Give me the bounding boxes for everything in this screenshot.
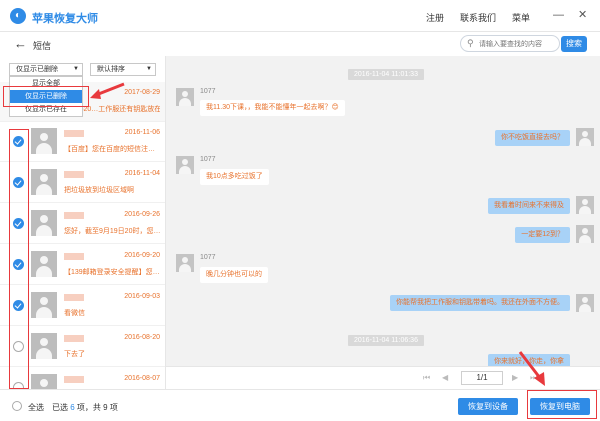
conversation-preview: 【139邮箱登录安全提醒】您… bbox=[64, 269, 160, 276]
message-panel: 2016-11-04 11:01:33 1077 我11.30下课，，我能不能懂… bbox=[166, 56, 600, 366]
incoming-message: 我10点多吃过饭了 bbox=[200, 169, 269, 185]
annotation-highlight-button bbox=[527, 390, 597, 419]
conversation-name-redacted bbox=[64, 253, 84, 260]
status-middle: 项，共 bbox=[76, 403, 101, 412]
chevron-down-icon: ▼ bbox=[73, 66, 79, 72]
outgoing-message: 你能帮我把工作服和钥匙带着吗。我还在外面不方便。 bbox=[390, 295, 570, 311]
last-page-icon[interactable]: ⏭ bbox=[530, 373, 537, 383]
search-button[interactable]: 搜索 bbox=[561, 36, 587, 52]
conversation-name-redacted bbox=[64, 294, 84, 301]
page-title: 短信 bbox=[33, 41, 52, 51]
prev-page-icon[interactable]: ◀ bbox=[442, 373, 448, 382]
next-page-icon[interactable]: ▶ bbox=[512, 373, 518, 382]
footer-bar: 全选 已选 6 项，共 9 项 恢复到设备 恢复到电脑 bbox=[0, 389, 600, 421]
conversation-date: 2016-08-07 bbox=[124, 375, 160, 382]
avatar bbox=[31, 251, 57, 277]
show-filter-select[interactable]: 仅显示已删除 ▼ bbox=[9, 63, 83, 76]
conversation-date: 2016-11-04 bbox=[124, 170, 160, 177]
timestamp: 2016-11-04 11:01:33 bbox=[348, 69, 424, 80]
avatar bbox=[576, 294, 594, 312]
conversation-preview: 把垃圾放到垃圾区域啊 bbox=[64, 187, 134, 194]
conversation-preview: 您好，截至9月19日20时，您… bbox=[64, 228, 160, 235]
avatar bbox=[31, 374, 57, 389]
app-title: 苹果恢复大师 bbox=[32, 13, 98, 25]
avatar bbox=[31, 210, 57, 236]
conversation-name-redacted bbox=[64, 171, 84, 178]
avatar bbox=[31, 169, 57, 195]
conversation-date: 2016-11-06 bbox=[124, 129, 160, 136]
sender-name: 1077 bbox=[200, 254, 216, 261]
register-link[interactable]: 注册 bbox=[426, 11, 444, 24]
avatar bbox=[576, 196, 594, 214]
menu-link[interactable]: 菜单 bbox=[512, 11, 530, 24]
timestamp: 2016-11-04 11:06:36 bbox=[348, 335, 424, 346]
avatar bbox=[576, 225, 594, 243]
conversation-date: 2016-09-20 bbox=[124, 252, 160, 259]
app-logo-icon: ◐ bbox=[10, 8, 26, 24]
sort-select[interactable]: 默认排序 ▼ bbox=[90, 63, 156, 76]
conversation-name-redacted bbox=[64, 212, 84, 219]
avatar bbox=[31, 128, 57, 154]
selected-count: 6 bbox=[70, 403, 75, 412]
select-all-label[interactable]: 全选 bbox=[28, 402, 44, 413]
outgoing-message: 我看着时间来不来得及 bbox=[488, 198, 570, 214]
pagination: ⏮ ◀ 1/1 ▶ ⏭ bbox=[166, 366, 600, 389]
status-suffix: 项 bbox=[109, 403, 118, 412]
conversation-preview: 下去了 bbox=[64, 351, 85, 358]
sender-name: 1077 bbox=[200, 156, 216, 163]
first-page-icon[interactable]: ⏮ bbox=[423, 373, 430, 383]
avatar bbox=[576, 128, 594, 146]
avatar bbox=[31, 292, 57, 318]
close-icon[interactable]: ✕ bbox=[578, 9, 587, 21]
restore-to-device-button[interactable]: 恢复到设备 bbox=[458, 398, 518, 415]
conversation-preview: 【百度】您在百度的短信注… bbox=[64, 146, 155, 153]
outgoing-message: 你来就好，你走，你拿 bbox=[488, 354, 570, 366]
avatar bbox=[176, 156, 194, 174]
sort-value: 默认排序 bbox=[97, 66, 125, 73]
title-bar: ◐ 苹果恢复大师 注册 联系我们 菜单 — ✕ bbox=[0, 0, 600, 32]
conversation-preview: 看微信 bbox=[64, 310, 85, 317]
sub-header: ← 短信 ⚲ 搜索 bbox=[0, 32, 600, 56]
incoming-message: 晚几分钟也可以的 bbox=[200, 267, 268, 283]
show-filter-value: 仅显示已删除 bbox=[16, 66, 58, 73]
avatar bbox=[176, 254, 194, 272]
search-box: ⚲ bbox=[460, 35, 560, 52]
outgoing-message: 你不吃饭直接去吗？ bbox=[495, 130, 570, 146]
top-links: 注册 联系我们 菜单 bbox=[426, 11, 530, 24]
sender-name: 1077 bbox=[200, 88, 216, 95]
avatar bbox=[176, 88, 194, 106]
annotation-highlight-option bbox=[3, 86, 89, 107]
status-prefix: 已选 bbox=[52, 403, 68, 412]
annotation-highlight-checkboxes bbox=[9, 129, 29, 389]
total-count: 9 bbox=[103, 403, 108, 412]
conversation-name-redacted bbox=[64, 376, 84, 383]
contact-link[interactable]: 联系我们 bbox=[460, 11, 496, 24]
incoming-message: 我11.30下课，，我能不能懂年一起去啊？😊 bbox=[200, 100, 345, 116]
minimize-icon[interactable]: — bbox=[553, 9, 564, 21]
conversation-name-redacted bbox=[64, 335, 84, 342]
conversation-date: 2016-09-03 bbox=[124, 293, 160, 300]
outgoing-message: 一定要12到？ bbox=[515, 227, 570, 243]
conversation-date: 2017-08-29 bbox=[124, 89, 160, 96]
search-input[interactable] bbox=[479, 38, 557, 50]
chevron-down-icon: ▼ bbox=[146, 66, 152, 72]
conversation-name-redacted bbox=[64, 130, 84, 137]
conversation-date: 2016-08-20 bbox=[124, 334, 160, 341]
back-arrow-icon[interactable]: ← bbox=[14, 36, 27, 51]
page-indicator[interactable]: 1/1 bbox=[461, 371, 503, 385]
select-all-checkbox[interactable] bbox=[12, 401, 22, 411]
search-icon: ⚲ bbox=[467, 38, 474, 48]
avatar bbox=[31, 333, 57, 359]
selection-status: 已选 6 项，共 9 项 bbox=[52, 402, 118, 413]
conversation-date: 2016-09-26 bbox=[124, 211, 160, 218]
